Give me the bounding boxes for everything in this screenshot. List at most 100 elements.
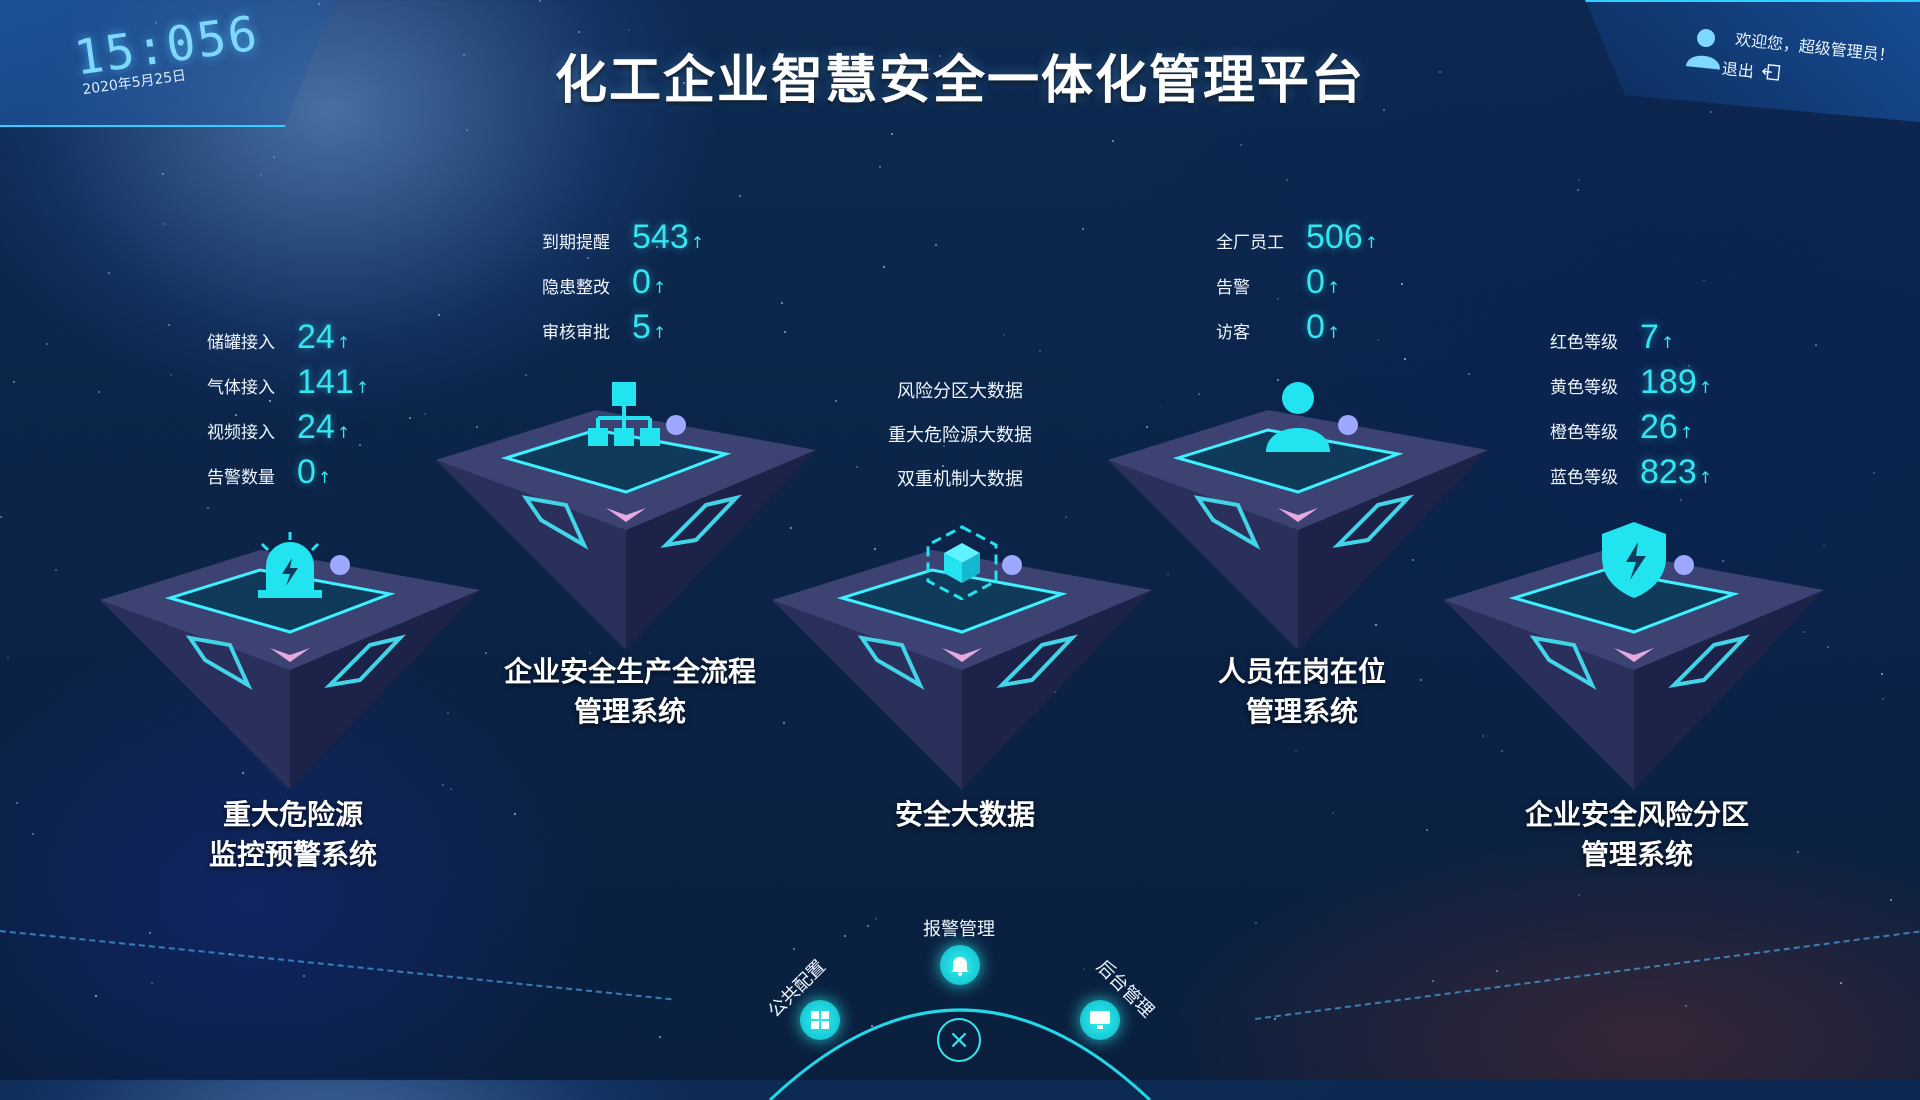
star: [577, 31, 580, 34]
stat-label: 储罐接入: [207, 333, 275, 353]
module-hazard-monitoring[interactable]: [100, 520, 480, 790]
module-safety-bigdata[interactable]: [772, 520, 1152, 790]
star: [95, 995, 98, 998]
stat-value: 0: [1306, 308, 1325, 346]
star: [1577, 189, 1580, 192]
stat-label: 访客: [1216, 323, 1250, 343]
stat-label: 全厂员工: [1216, 233, 1284, 253]
arrow-up-icon: ↑: [317, 468, 332, 487]
module-title-line: 人员在岗在位: [1217, 655, 1386, 688]
module-personnel[interactable]: [1108, 380, 1488, 650]
stat-value: 7: [1640, 318, 1659, 356]
stat-row: 告警 0 ↑: [1216, 263, 1378, 308]
stat-row: 到期提醒 543 ↑: [542, 218, 704, 263]
public-config-button[interactable]: [800, 1000, 840, 1040]
star: [0, 516, 3, 519]
arrow-up-icon: ↑: [1326, 323, 1341, 342]
star: [207, 506, 210, 509]
star: [408, 417, 411, 420]
stat-value: 543: [632, 218, 689, 256]
star: [1880, 673, 1883, 676]
star: [437, 313, 440, 316]
process-stats: 到期提醒 543 ↑ 隐患整改 0 ↑ 审核审批 5 ↑: [542, 218, 704, 353]
stat-row: 审核审批 5 ↑: [542, 308, 704, 353]
stat-label: 橙色等级: [1550, 423, 1618, 443]
star: [1254, 921, 1257, 924]
stat-row: 告警数量 0 ↑: [207, 453, 369, 498]
stat-value: 0: [1306, 263, 1325, 301]
stat-label: 红色等级: [1550, 333, 1618, 353]
stat-row: 储罐接入 24 ↑: [207, 318, 369, 363]
star: [7, 656, 10, 659]
stat-row: 视频接入 24 ↑: [207, 408, 369, 453]
stat-value: 5: [632, 308, 651, 346]
module-title-line: 管理系统: [1245, 695, 1358, 728]
star: [1400, 282, 1403, 285]
bigdata-item[interactable]: 双重机制大数据: [830, 458, 1090, 502]
module-process-management[interactable]: [436, 380, 816, 650]
star: [1814, 344, 1817, 347]
star: [13, 381, 16, 384]
bigdata-item[interactable]: 重大危险源大数据: [830, 414, 1090, 458]
star: [883, 266, 886, 269]
star: [151, 981, 154, 984]
stat-label: 气体接入: [207, 378, 275, 398]
stat-label: 告警数量: [207, 468, 275, 488]
star: [879, 165, 882, 168]
arrow-up-icon: ↑: [690, 233, 705, 252]
star: [1274, 1018, 1277, 1021]
stat-label: 黄色等级: [1550, 378, 1618, 398]
module-title-line: 企业安全风险分区: [1524, 798, 1749, 831]
star: [1578, 178, 1581, 181]
star: [55, 569, 58, 572]
alarm-manage-button[interactable]: [940, 945, 980, 985]
star: [866, 924, 869, 927]
star: [1702, 280, 1705, 283]
close-nav-button[interactable]: ×: [937, 1018, 981, 1062]
personnel-stats: 全厂员工 506 ↑ 告警 0 ↑ 访客 0 ↑: [1216, 218, 1378, 353]
star: [1827, 645, 1830, 648]
tank-stats: 储罐接入 24 ↑ 气体接入 141 ↑ 视频接入 24 ↑ 告警数量 0 ↑: [207, 318, 369, 498]
star: [1112, 139, 1115, 142]
stat-value: 24: [297, 408, 335, 446]
star: [1890, 899, 1893, 902]
star: [843, 935, 846, 938]
star: [1679, 498, 1682, 501]
stat-row: 访客 0 ↑: [1216, 308, 1378, 353]
bell-icon: [951, 957, 969, 976]
stat-value: 189: [1640, 363, 1697, 401]
arrow-up-icon: ↑: [355, 378, 370, 397]
dashed-guide-left: [0, 930, 672, 1001]
star: [1331, 811, 1334, 814]
star: [161, 172, 164, 175]
stat-label: 审核审批: [542, 323, 610, 343]
stat-row: 橙色等级 26 ↑: [1550, 408, 1712, 453]
stat-value: 26: [1640, 408, 1678, 446]
grid-icon: [811, 1011, 829, 1029]
backend-manage-button[interactable]: [1080, 1000, 1120, 1040]
star: [792, 947, 795, 950]
star: [1295, 749, 1298, 752]
arrow-up-icon: ↑: [1660, 333, 1675, 352]
star: [1881, 698, 1884, 701]
star: [874, 917, 877, 920]
close-icon: ×: [948, 1025, 970, 1055]
module-name-risk: 企业安全风险分区 管理系统: [1437, 795, 1837, 875]
stat-row: 红色等级 7 ↑: [1550, 318, 1712, 363]
star: [107, 272, 110, 275]
alarm-manage-label: 报警管理: [923, 919, 995, 940]
stat-label: 隐患整改: [542, 278, 610, 298]
cube-icon: [926, 525, 998, 600]
module-risk-zoning[interactable]: [1444, 520, 1824, 790]
star: [780, 301, 783, 304]
star: [1495, 969, 1498, 972]
star: [1839, 982, 1842, 985]
star: [16, 801, 19, 804]
stat-value: 24: [297, 318, 335, 356]
shield-icon: [1602, 522, 1666, 598]
stat-row: 隐患整改 0 ↑: [542, 263, 704, 308]
module-name-personnel: 人员在岗在位 管理系统: [1102, 652, 1502, 732]
arrow-up-icon: ↑: [652, 323, 667, 342]
bigdata-item[interactable]: 风险分区大数据: [830, 370, 1090, 414]
star: [424, 413, 427, 416]
